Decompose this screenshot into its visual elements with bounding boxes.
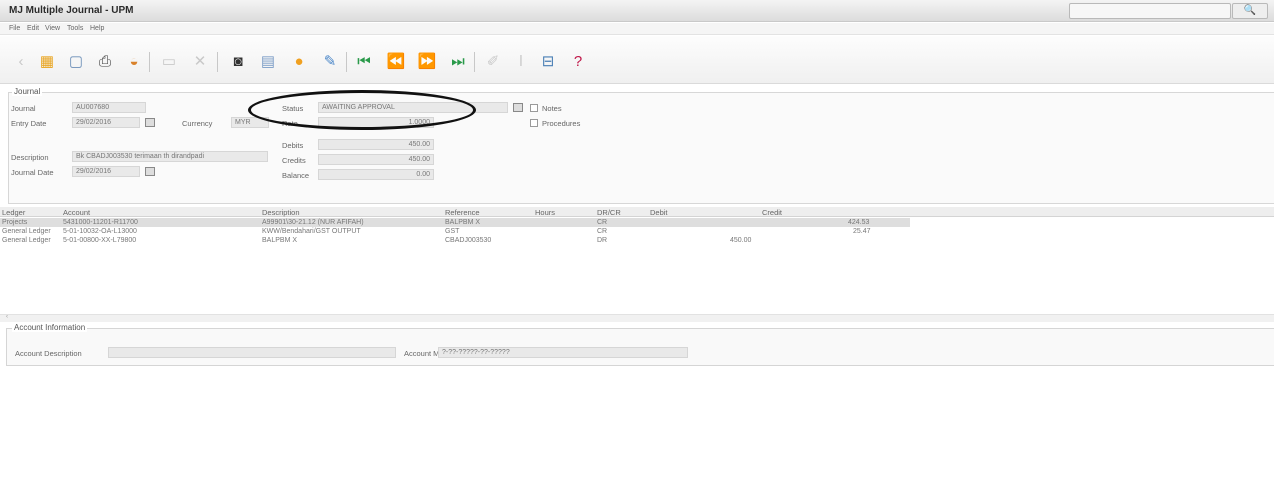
find-icon[interactable]: ◙ xyxy=(226,50,250,72)
journal-group xyxy=(8,92,1274,204)
credits-field: 450.00 xyxy=(318,154,434,165)
column-ledger[interactable]: Ledger xyxy=(2,208,25,217)
entry-date-field[interactable]: 29/02/2016 xyxy=(72,117,140,128)
delete-icon[interactable]: ✕ xyxy=(188,50,212,72)
description-field[interactable]: Bk CBADJ003530 terimaan th dirandpadi xyxy=(72,151,268,162)
journal-field[interactable]: AU007680 xyxy=(72,102,146,113)
account-description-label: Account Description xyxy=(15,349,82,358)
table-row[interactable]: Projects 5431000-11201-R11700 A99901\30-… xyxy=(0,218,910,227)
calendar-icon[interactable]: ▤ xyxy=(256,50,280,72)
next-record-icon[interactable]: ⏩ xyxy=(415,50,439,72)
journal-date-label: Journal Date xyxy=(11,168,54,177)
open-icon[interactable]: ▢ xyxy=(64,50,88,72)
post-icon[interactable]: ǀ xyxy=(509,50,533,72)
cell-reference: BALPBM X xyxy=(445,219,481,226)
back-icon[interactable]: ‹ xyxy=(9,50,33,72)
cell-credit: 424.53 xyxy=(848,219,870,226)
cell-drcr: DR xyxy=(597,237,608,244)
attach-icon[interactable]: ✎ xyxy=(318,50,342,72)
column-hours[interactable]: Hours xyxy=(535,208,555,217)
cell-ledger: Projects xyxy=(2,219,28,226)
menu-tools[interactable]: Tools xyxy=(67,25,83,32)
cell-credit: 25.47 xyxy=(853,228,871,235)
print-icon[interactable]: ⎙ xyxy=(93,50,117,72)
cell-account: 5-01-10032-OA-L13000 xyxy=(63,228,137,235)
account-description-field xyxy=(108,347,396,358)
column-reference[interactable]: Reference xyxy=(445,208,480,217)
procedures-label: Procedures xyxy=(542,119,581,128)
status-lookup-icon[interactable] xyxy=(513,103,523,112)
scroll-left-icon[interactable]: ‹ xyxy=(6,314,8,320)
cell-ledger: General Ledger xyxy=(2,228,51,235)
horizontal-scrollbar[interactable] xyxy=(0,314,1274,322)
grid-header: Ledger Account Description Reference Hou… xyxy=(0,207,1274,217)
status-highlight-annotation xyxy=(248,90,476,130)
debits-label: Debits xyxy=(282,141,304,150)
notes-checkbox[interactable] xyxy=(530,104,538,112)
credits-label: Credits xyxy=(282,156,306,165)
cell-description: A99901\30-21.12 (NUR AFIFAH) xyxy=(262,219,364,226)
toolbar: ‹ ▦ ▢ ⎙ ◒ ▭ ✕ ◙ ▤ ● ✎ ⏮ ⏪ ⏩ ⏭ ✐ ǀ ⊟ ? xyxy=(0,36,1274,84)
cell-reference: CBADJ003530 xyxy=(445,237,492,244)
cell-debit: 450.00 xyxy=(730,237,752,244)
last-record-icon[interactable]: ⏭ xyxy=(446,50,470,72)
journal-group-label: Journal xyxy=(12,87,43,96)
info-icon[interactable]: ● xyxy=(287,50,311,72)
calendar-icon[interactable] xyxy=(145,167,155,176)
search-icon[interactable]: 🔍 xyxy=(1232,3,1268,19)
cell-account: 5-01-00800-XX-L79800 xyxy=(63,237,137,244)
calendar-icon[interactable] xyxy=(145,118,155,127)
toolbar-separator xyxy=(217,52,218,72)
currency-label: Currency xyxy=(182,119,213,128)
previous-record-icon[interactable]: ⏪ xyxy=(384,50,408,72)
toolbar-separator xyxy=(346,52,347,72)
preview-icon[interactable]: ◒ xyxy=(122,50,146,72)
search-input[interactable] xyxy=(1069,3,1231,19)
column-debit[interactable]: Debit xyxy=(650,208,668,217)
menu-edit[interactable]: Edit xyxy=(27,25,39,32)
cell-drcr: CR xyxy=(597,228,608,235)
cell-description: BALPBM X xyxy=(262,237,298,244)
filter-icon[interactable]: ⊟ xyxy=(536,50,560,72)
menu-bar: File Edit View Tools Help xyxy=(0,23,1274,35)
table-row[interactable]: General Ledger 5-01-10032-OA-L13000 KWW/… xyxy=(0,227,910,236)
balance-label: Balance xyxy=(282,171,310,180)
column-drcr[interactable]: DR/CR xyxy=(597,208,621,217)
table-row[interactable]: General Ledger 5-01-00800-XX-L79800 BALP… xyxy=(0,236,910,245)
procedures-checkbox[interactable] xyxy=(530,119,538,127)
menu-view[interactable]: View xyxy=(45,25,60,32)
menu-help[interactable]: Help xyxy=(90,25,104,32)
column-account[interactable]: Account xyxy=(63,208,90,217)
description-label: Description xyxy=(11,153,49,162)
cell-account: 5431000-11201-R11700 xyxy=(63,219,138,226)
new-icon[interactable]: ▦ xyxy=(35,50,59,72)
help-icon[interactable]: ? xyxy=(566,50,590,72)
debits-field: 450.00 xyxy=(318,139,434,150)
cell-ledger: General Ledger xyxy=(2,237,51,244)
toolbar-separator xyxy=(474,52,475,72)
cell-reference: GST xyxy=(445,228,460,235)
account-information-label: Account Information xyxy=(12,323,88,332)
first-record-icon[interactable]: ⏮ xyxy=(352,50,376,72)
window-title: MJ Multiple Journal - UPM xyxy=(9,5,134,16)
column-credit[interactable]: Credit xyxy=(762,208,782,217)
entry-date-label: Entry Date xyxy=(11,119,47,128)
menu-file[interactable]: File xyxy=(9,25,20,32)
notes-label: Notes xyxy=(542,104,562,113)
edit-icon[interactable]: ✐ xyxy=(481,50,505,72)
account-mask-field: ?-??-?????-??-????? xyxy=(438,347,688,358)
toolbar-separator xyxy=(149,52,150,72)
journal-label: Journal xyxy=(11,104,36,113)
cell-description: KWW/Bendahari/GST OUTPUT xyxy=(262,228,361,235)
cell-drcr: CR xyxy=(597,219,608,226)
column-description[interactable]: Description xyxy=(262,208,300,217)
journal-date-field[interactable]: 29/02/2016 xyxy=(72,166,140,177)
save-icon[interactable]: ▭ xyxy=(157,50,181,72)
balance-field: 0.00 xyxy=(318,169,434,180)
